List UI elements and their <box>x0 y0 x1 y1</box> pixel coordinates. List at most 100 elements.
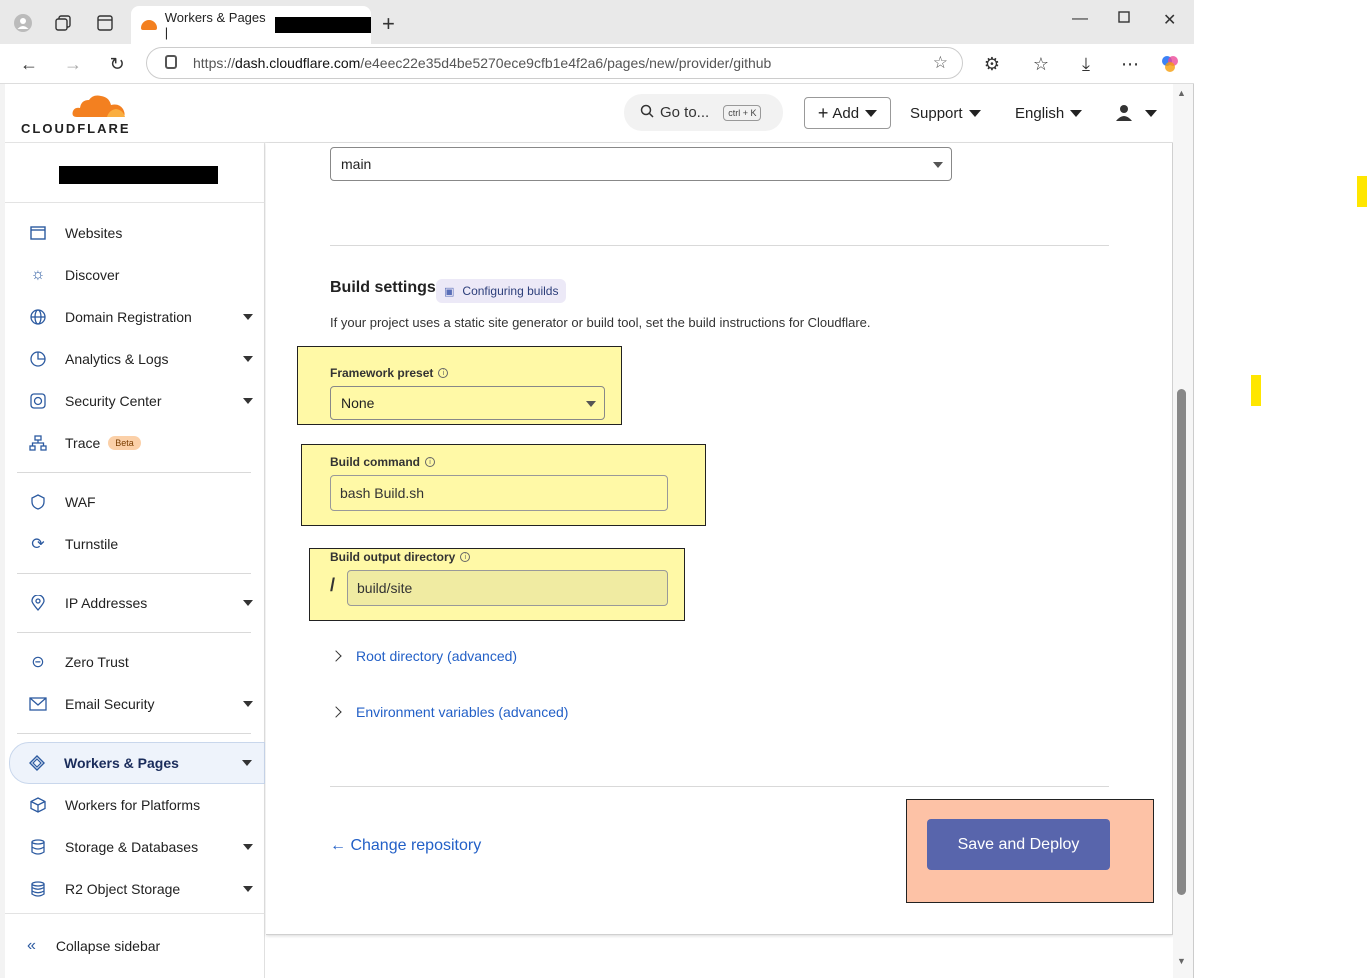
browser-window-icon <box>27 222 49 244</box>
build-output-input[interactable]: build/site <box>347 570 668 606</box>
chevron-right-icon <box>330 650 342 662</box>
language-menu[interactable]: English <box>1015 97 1083 129</box>
build-command-input[interactable]: bash Build.sh <box>330 475 668 511</box>
production-branch-select[interactable]: main <box>330 147 952 181</box>
sidebar-item-label: Turnstile <box>65 536 119 552</box>
branch-value: main <box>341 156 372 172</box>
url-host: dash.cloudflare.com <box>235 55 361 71</box>
goto-shortcut: ctrl + K <box>723 104 762 121</box>
environment-variables-toggle[interactable]: Environment variables (advanced) <box>330 704 568 720</box>
dashboard-header: CLOUDFLARE Go to... ctrl + K + Add Suppo… <box>5 84 1173 143</box>
cloudflare-dashboard: CLOUDFLARE Go to... ctrl + K + Add Suppo… <box>5 84 1173 978</box>
back-icon[interactable]: ← <box>17 52 41 76</box>
sidebar-item-storage-databases[interactable]: Storage & Databases <box>17 827 265 867</box>
info-icon[interactable]: i <box>438 368 449 378</box>
extensions-icon[interactable]: ⚙ <box>980 52 1004 76</box>
info-icon[interactable]: i <box>425 457 436 467</box>
chevron-down-icon <box>243 314 253 320</box>
info-icon[interactable]: i <box>460 552 471 562</box>
sidebar-item-r2-object-storage[interactable]: R2 Object Storage <box>17 869 265 909</box>
pages-setup-form: main Build settings ▣ Configuring builds… <box>266 143 1173 935</box>
cloud-logo-icon <box>72 95 125 117</box>
sidebar-item-trace[interactable]: Trace Beta <box>17 423 265 463</box>
chevron-down-icon <box>243 886 253 892</box>
sidebar-item-workers-pages[interactable]: Workers & Pages <box>9 742 265 784</box>
tab-bar: Workers & Pages | + — ✕ <box>0 0 1194 44</box>
save-and-deploy-button[interactable]: Save and Deploy <box>927 819 1110 870</box>
build-command-label-text: Build command <box>330 455 421 469</box>
account-selector[interactable] <box>5 143 265 203</box>
tab-actions-icon[interactable] <box>94 12 116 34</box>
scroll-down-icon[interactable]: ▼ <box>1177 956 1186 966</box>
trace-icon <box>27 432 49 454</box>
sidebar-item-analytics-logs[interactable]: Analytics & Logs <box>17 339 265 379</box>
close-icon[interactable]: ✕ <box>1163 10 1176 30</box>
sidebar-item-discover[interactable]: ☼ Discover <box>17 255 265 295</box>
tab-workers-pages[interactable]: Workers & Pages | <box>131 6 371 44</box>
new-tab-icon[interactable]: + <box>382 11 395 37</box>
url-field[interactable]: https://dash.cloudflare.com/e4eec22e35d4… <box>146 47 963 79</box>
sidebar-item-label: Security Center <box>65 393 162 409</box>
configuring-builds-link[interactable]: ▣ Configuring builds <box>436 279 567 303</box>
favorite-star-icon[interactable]: ☆ <box>933 53 948 73</box>
workspaces-icon[interactable] <box>52 12 74 34</box>
sidebar-item-domain-registration[interactable]: Domain Registration <box>17 297 265 337</box>
user-icon <box>1116 105 1132 121</box>
scrollbar-thumb[interactable] <box>1177 389 1186 895</box>
forward-icon[interactable]: → <box>61 52 85 76</box>
build-command-value: bash Build.sh <box>340 485 425 501</box>
profile-icon[interactable] <box>12 12 34 34</box>
yellow-marker <box>1251 375 1261 406</box>
build-command-label: Build command i <box>330 455 436 469</box>
scroll-up-icon[interactable]: ▲ <box>1177 88 1186 98</box>
chevron-down-icon <box>243 600 253 606</box>
sidebar-item-turnstile[interactable]: ⟳ Turnstile <box>17 524 265 564</box>
support-menu[interactable]: Support <box>910 97 981 129</box>
build-settings-description: If your project uses a static site gener… <box>330 315 871 330</box>
sidebar-item-label: Workers for Platforms <box>65 797 201 813</box>
support-label: Support <box>910 104 963 122</box>
redacted-block <box>274 17 371 33</box>
user-menu[interactable] <box>1115 97 1157 129</box>
globe-icon <box>27 306 49 328</box>
change-repository-link[interactable]: ← Change repository <box>330 837 481 855</box>
cloudflare-logo[interactable]: CLOUDFLARE <box>21 92 131 136</box>
sidebar-item-workers-for-platforms[interactable]: Workers for Platforms <box>17 785 265 825</box>
copilot-icon[interactable] <box>1158 52 1182 76</box>
security-center-icon <box>27 390 49 412</box>
sidebar-divider <box>17 733 251 734</box>
chevron-down-icon <box>1145 109 1157 117</box>
goto-search-button[interactable]: Go to... ctrl + K <box>624 94 783 131</box>
minimize-icon[interactable]: — <box>1072 10 1088 28</box>
sidebar-item-label: WAF <box>65 494 96 510</box>
more-icon[interactable]: ⋯ <box>1118 52 1142 76</box>
goto-label: Go to... <box>660 104 710 121</box>
zero-trust-icon: ⊝ <box>31 654 45 671</box>
sidebar-item-label: Websites <box>65 225 123 241</box>
chevron-down-icon <box>933 162 943 168</box>
collapse-sidebar-button[interactable]: « Collapse sidebar <box>5 913 265 978</box>
output-dir-value: build/site <box>357 580 413 596</box>
search-icon <box>640 104 654 121</box>
build-output-label: Build output directory i <box>330 550 471 564</box>
sidebar-item-label: R2 Object Storage <box>65 881 181 897</box>
double-chevron-left-icon: « <box>27 937 36 954</box>
email-icon <box>27 693 49 715</box>
root-directory-toggle[interactable]: Root directory (advanced) <box>330 648 517 664</box>
add-button[interactable]: + Add <box>804 97 891 129</box>
sidebar-item-label: IP Addresses <box>65 595 148 611</box>
sidebar-item-ip-addresses[interactable]: IP Addresses <box>17 583 265 623</box>
favorites-icon[interactable]: ☆ <box>1029 52 1053 76</box>
lightbulb-icon: ☼ <box>30 266 46 283</box>
sidebar-item-websites[interactable]: Websites <box>17 213 265 253</box>
downloads-icon[interactable]: ⤓ <box>1074 52 1098 76</box>
sidebar-item-security-center[interactable]: Security Center <box>17 381 265 421</box>
framework-preset-select[interactable]: None <box>330 386 605 420</box>
sidebar-item-waf[interactable]: WAF <box>17 482 265 522</box>
sidebar-item-email-security[interactable]: Email Security <box>17 684 265 724</box>
sidebar-item-zero-trust[interactable]: ⊝ Zero Trust <box>17 642 265 682</box>
chevron-down-icon <box>242 760 252 766</box>
maximize-icon[interactable] <box>1118 10 1130 28</box>
reload-icon[interactable]: ↻ <box>105 52 129 76</box>
output-dir-prefix: / <box>330 575 336 595</box>
